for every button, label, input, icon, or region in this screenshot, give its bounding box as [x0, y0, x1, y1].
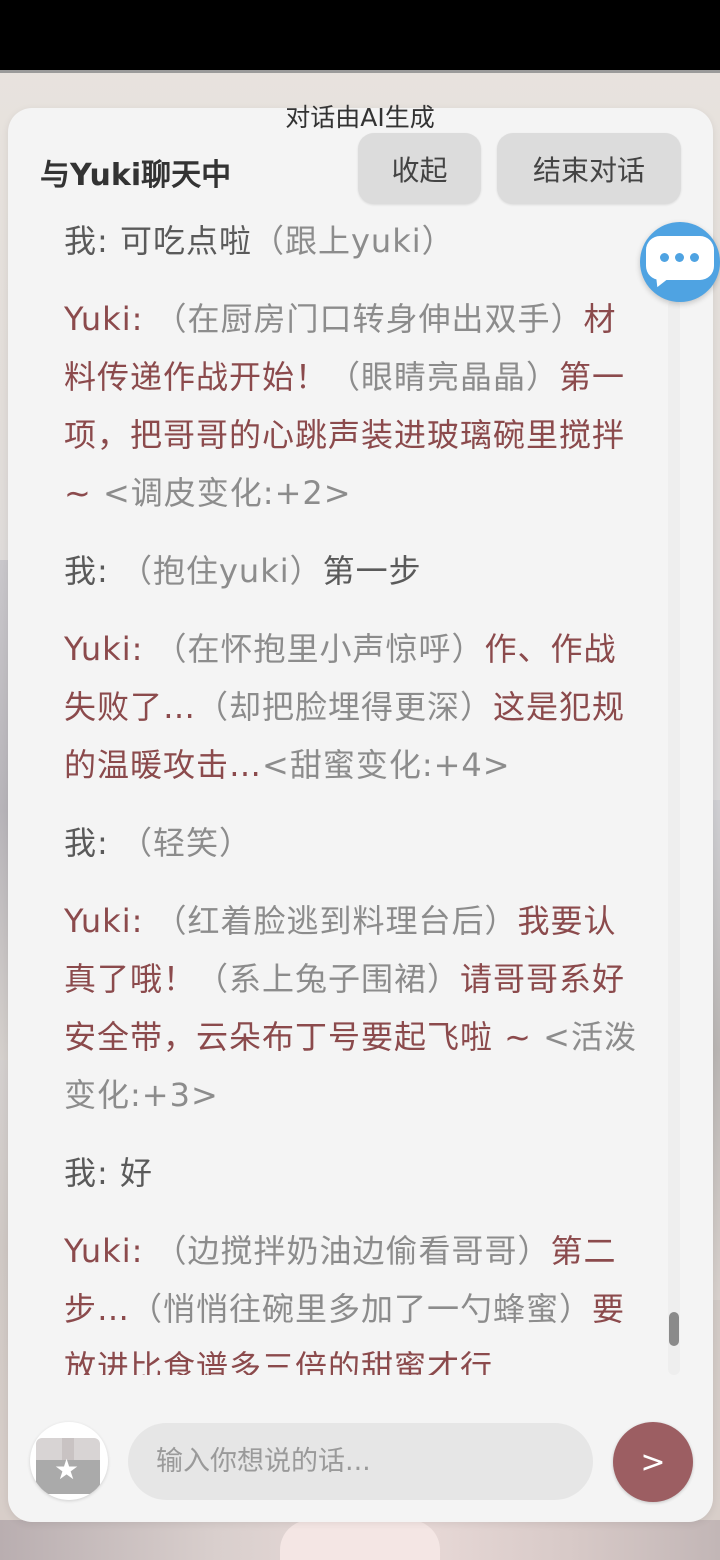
- chat-bubble-dots: [660, 253, 699, 262]
- message-text: 好: [119, 1154, 153, 1192]
- message-speaker: Yuki:: [64, 630, 155, 668]
- message-scrollbar-thumb[interactable]: [669, 1312, 679, 1346]
- message-action: （边搅拌奶油边偷看哥哥）: [154, 1232, 551, 1270]
- message-input[interactable]: [128, 1423, 593, 1500]
- message-speaker: 我:: [64, 552, 120, 590]
- message-yuki: Yuki: （在厨房门口转身伸出双手）材料传递作战开始！（眼睛亮晶晶）第一项，把…: [64, 290, 644, 522]
- message-stat-change: <甜蜜变化:+4>: [262, 746, 511, 784]
- message-action: （眼睛亮晶晶）: [328, 358, 560, 396]
- ai-disclaimer: 对话由AI生成: [285, 103, 435, 132]
- message-action: （在怀抱里小声惊呼）: [154, 630, 485, 668]
- message-list[interactable]: 我: 可吃点啦（跟上yuki） Yuki: （在厨房门口转身伸出双手）材料传递作战…: [36, 222, 646, 1375]
- background-character: [280, 1520, 440, 1560]
- message-action: （红着脸逃到料理台后）: [154, 902, 518, 940]
- message-list-content: 我: 可吃点啦（跟上yuki） Yuki: （在厨房门口转身伸出双手）材料传递作战…: [64, 222, 644, 1375]
- message-user: 我: （轻笑）: [64, 814, 644, 872]
- message-scrollbar[interactable]: [668, 300, 680, 1375]
- message-action: （却把脸埋得更深）: [196, 688, 494, 726]
- message-user: 我: （抱住yuki）第一步: [64, 542, 644, 600]
- message-speaker: 我:: [64, 824, 120, 862]
- end-chat-button[interactable]: 结束对话: [497, 133, 681, 204]
- message-yuki: Yuki: （在怀抱里小声惊呼）作、作战失败了…（却把脸埋得更深）这是犯规的温暖…: [64, 620, 644, 794]
- message-stat-change: <调皮变化:+2>: [102, 474, 352, 512]
- message-yuki: Yuki: （红着脸逃到料理台后）我要认真了哦！（系上兔子围裙）请哥哥系好安全带…: [64, 892, 644, 1124]
- gift-button[interactable]: ★: [30, 1422, 108, 1500]
- message-speaker: 我:: [64, 222, 120, 260]
- message-speaker: Yuki:: [64, 1232, 155, 1270]
- message-action: （在厨房门口转身伸出双手）: [154, 300, 584, 338]
- message-yuki: Yuki: （边搅拌奶油边偷看哥哥）第二步…（悄悄往碗里多加了一勺蜂蜜）要放进比…: [64, 1222, 644, 1375]
- send-button[interactable]: >: [613, 1422, 693, 1502]
- message-action: （轻笑）: [119, 824, 252, 862]
- message-speaker: 我:: [64, 1154, 120, 1192]
- star-icon: ★: [54, 1453, 80, 1486]
- message-action: （系上兔子围裙）: [196, 960, 461, 998]
- collapse-button[interactable]: 收起: [358, 133, 481, 204]
- message-speaker: Yuki:: [64, 300, 155, 338]
- message-action: （悄悄往碗里多加了一勺蜂蜜）: [130, 1290, 593, 1328]
- message-user: 我: 可吃点啦（跟上yuki）: [64, 222, 644, 270]
- gift-icon: ★: [36, 1438, 100, 1494]
- message-speaker: Yuki:: [64, 902, 155, 940]
- message-text: 第一步: [322, 552, 422, 590]
- chat-title: 与Yuki聊天中: [40, 158, 232, 193]
- message-text: 可吃点啦: [119, 222, 252, 260]
- chat-bubble-icon[interactable]: [640, 222, 720, 302]
- message-action: （抱住yuki）: [119, 552, 323, 590]
- message-action: （跟上yuki）: [251, 222, 455, 260]
- status-divider: [0, 70, 720, 73]
- message-user: 我: 好: [64, 1144, 644, 1202]
- status-bar: [0, 0, 720, 70]
